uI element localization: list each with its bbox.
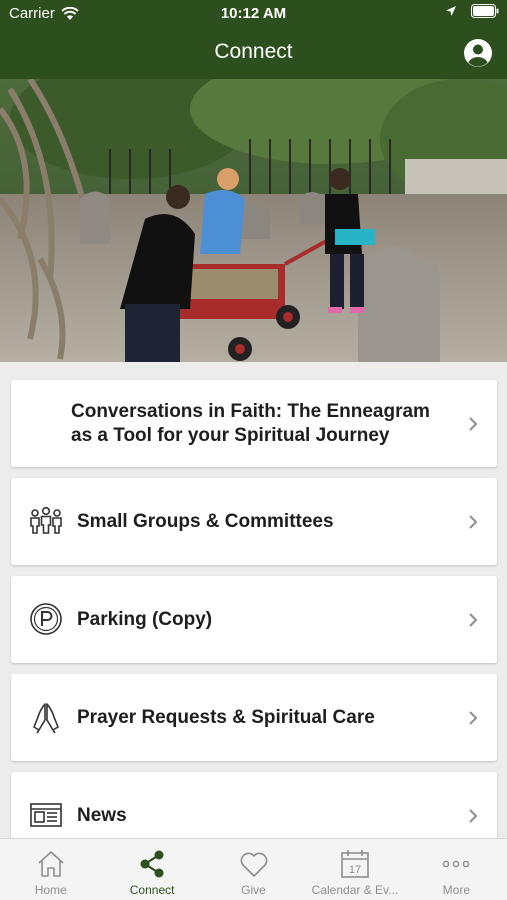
praying-hands-icon bbox=[33, 703, 59, 734]
chevron-right-icon bbox=[469, 809, 478, 823]
home-icon bbox=[38, 851, 64, 877]
tab-bar: Home Connect Give 17 Calendar & Ev... Mo… bbox=[0, 838, 507, 900]
tab-give[interactable]: Give bbox=[203, 839, 304, 900]
calendar-icon: 17 bbox=[341, 850, 369, 878]
list-item-conversations-in-faith[interactable]: Conversations in Faith: The Enneagram as… bbox=[11, 380, 497, 467]
tab-more[interactable]: More bbox=[406, 839, 507, 900]
tab-label: Connect bbox=[129, 883, 175, 897]
list-item-news[interactable]: News bbox=[11, 772, 497, 838]
list-item-label: Small Groups & Committees bbox=[77, 511, 334, 532]
nav-bar: Connect bbox=[0, 28, 507, 79]
list-item-label: Conversations in Faith: The Enneagram as… bbox=[71, 401, 430, 446]
hero-photo bbox=[0, 79, 507, 362]
list-item-prayer-requests[interactable]: Prayer Requests & Spiritual Care bbox=[11, 674, 497, 761]
battery-icon bbox=[471, 4, 499, 18]
tab-calendar[interactable]: 17 Calendar & Ev... bbox=[304, 839, 405, 900]
parking-icon bbox=[30, 603, 62, 635]
calendar-day-number: 17 bbox=[349, 864, 361, 876]
chevron-right-icon bbox=[469, 613, 478, 627]
status-time: 10:12 AM bbox=[220, 5, 287, 22]
chevron-right-icon bbox=[469, 515, 478, 529]
tab-label: Calendar & Ev... bbox=[311, 883, 399, 897]
chevron-right-icon bbox=[469, 711, 478, 725]
status-bar: Carrier 10:12 AM bbox=[0, 0, 507, 28]
list-item-parking[interactable]: Parking (Copy) bbox=[11, 576, 497, 663]
list-item-label: Prayer Requests & Spiritual Care bbox=[77, 707, 375, 728]
list-item-label: News bbox=[77, 805, 127, 826]
page-title: Connect bbox=[214, 40, 293, 63]
hero-image bbox=[0, 79, 507, 362]
tab-label: Home bbox=[34, 883, 67, 897]
people-group-icon bbox=[30, 506, 62, 534]
heart-icon bbox=[240, 852, 267, 877]
share-icon bbox=[140, 850, 164, 878]
tab-label: More bbox=[442, 883, 470, 897]
profile-icon[interactable] bbox=[463, 38, 493, 68]
tab-home[interactable]: Home bbox=[0, 839, 101, 900]
location-arrow-icon bbox=[446, 6, 456, 16]
tab-label: Give bbox=[241, 883, 266, 897]
connect-list: Conversations in Faith: The Enneagram as… bbox=[0, 362, 507, 838]
chevron-right-icon bbox=[469, 417, 478, 431]
newspaper-icon bbox=[30, 803, 62, 827]
more-icon bbox=[443, 860, 470, 868]
list-item-label: Parking (Copy) bbox=[77, 609, 213, 630]
list-item-small-groups[interactable]: Small Groups & Committees bbox=[11, 478, 497, 565]
tab-connect[interactable]: Connect bbox=[101, 839, 202, 900]
status-right bbox=[445, 4, 499, 18]
